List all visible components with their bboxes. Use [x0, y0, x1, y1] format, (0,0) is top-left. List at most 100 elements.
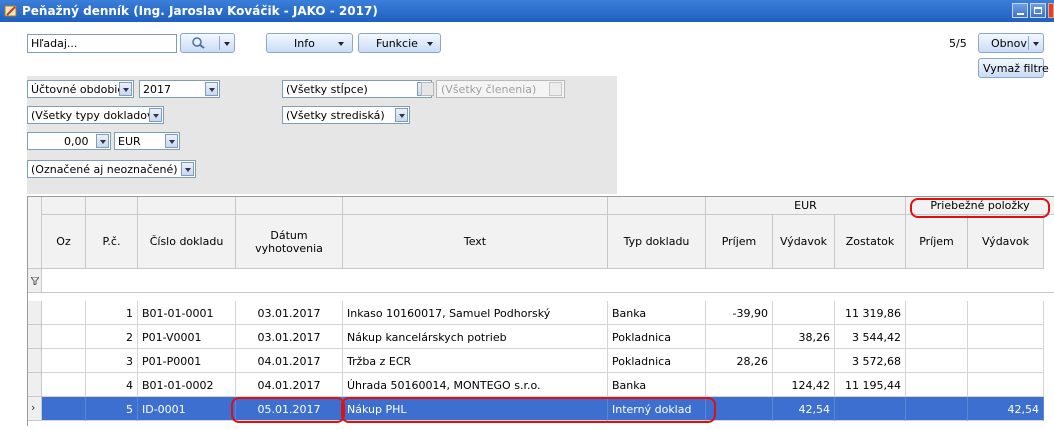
cell-run-expense[interactable] [968, 301, 1044, 325]
cell-doc-no[interactable]: ID-0001 [138, 397, 236, 421]
cell-date[interactable]: 03.01.2017 [236, 301, 343, 325]
cell-run-income[interactable] [906, 373, 968, 397]
cell-doc-no[interactable]: P01-V0001 [138, 325, 236, 349]
cell-text[interactable]: Inkaso 10160017, Samuel Podhorský [343, 301, 608, 325]
col-header-text[interactable]: Text [343, 215, 608, 269]
col-header-run-expense[interactable]: Výdavok [968, 215, 1044, 269]
cell-text[interactable]: Nákup kancelárskych potrieb [343, 325, 608, 349]
refresh-button[interactable]: Obnov [978, 33, 1044, 53]
col-header-run-income[interactable]: Príjem [906, 215, 968, 269]
chevron-down-icon[interactable] [165, 134, 178, 148]
cell-run-income[interactable] [906, 325, 968, 349]
table-row[interactable]: 3 P01-P0001 04.01.2017 Tržba z ECR Pokladnic… [28, 349, 1054, 373]
cell-run-income[interactable] [906, 397, 968, 421]
col-header-oz[interactable]: Oz [42, 215, 86, 269]
cell-run-income[interactable] [906, 349, 968, 373]
row-indicator[interactable] [28, 349, 42, 373]
cell-pc[interactable]: 2 [86, 325, 138, 349]
cell-doc-no[interactable]: B01-01-0001 [138, 301, 236, 325]
cell-text[interactable]: Tržba z ECR [343, 349, 608, 373]
cell-date[interactable]: 04.01.2017 [236, 373, 343, 397]
cell-pc[interactable]: 3 [86, 349, 138, 373]
row-indicator[interactable] [28, 373, 42, 397]
cell-run-expense[interactable]: 42,54 [968, 397, 1044, 421]
columns-select[interactable]: (Všetky stĺpce) [282, 80, 432, 98]
col-header-date[interactable]: Dátum vyhotovenia [236, 215, 343, 269]
chevron-down-icon [338, 42, 344, 46]
cell-balance[interactable]: 3 572,68 [835, 349, 906, 373]
cell-doc-no[interactable]: B01-01-0002 [138, 373, 236, 397]
chevron-down-icon[interactable] [395, 108, 408, 122]
cell-income[interactable] [706, 325, 773, 349]
cell-oz[interactable] [42, 301, 86, 325]
col-header-income[interactable]: Príjem [706, 215, 773, 269]
cell-doc-type[interactable]: Banka [608, 373, 706, 397]
cell-run-expense[interactable] [968, 325, 1044, 349]
cell-oz[interactable] [42, 373, 86, 397]
table-row[interactable]: 1 B01-01-0001 03.01.2017 Inkaso 10160017, S… [28, 301, 1054, 325]
cell-doc-no[interactable]: P01-P0001 [138, 349, 236, 373]
year-select[interactable]: 2017 [139, 80, 220, 98]
chevron-down-icon[interactable] [205, 82, 218, 96]
col-header-doc-no[interactable]: Číslo dokladu [138, 215, 236, 269]
chevron-down-icon [421, 82, 434, 96]
table-row[interactable]: 2 P01-V0001 03.01.2017 Nákup kancelárskych … [28, 325, 1054, 349]
cell-balance[interactable]: 3 544,42 [835, 325, 906, 349]
period-select[interactable]: Účtovné obdobie [27, 80, 134, 98]
cell-income[interactable]: 28,26 [706, 349, 773, 373]
row-indicator[interactable] [28, 325, 42, 349]
cell-run-expense[interactable] [968, 373, 1044, 397]
chevron-down-icon[interactable] [149, 108, 162, 122]
cell-balance[interactable]: 11 319,86 [835, 301, 906, 325]
cell-income[interactable] [706, 373, 773, 397]
col-header-pc[interactable]: P.č. [86, 215, 138, 269]
cell-date[interactable]: 04.01.2017 [236, 349, 343, 373]
cell-pc[interactable]: 4 [86, 373, 138, 397]
info-button[interactable]: Info [266, 33, 353, 53]
maximize-button[interactable] [1030, 3, 1046, 18]
cell-balance[interactable] [835, 397, 906, 421]
doc-types-select[interactable]: (Všetky typy dokladov) [27, 106, 164, 124]
cell-text[interactable]: Úhrada 50160014, MONTEGO s.r.o. [343, 373, 608, 397]
row-indicator[interactable]: › [28, 397, 42, 421]
col-header-doc-type[interactable]: Typ dokladu [608, 215, 706, 269]
cell-income[interactable]: -39,90 [706, 301, 773, 325]
spinner-icon[interactable] [96, 134, 109, 148]
cell-expense[interactable] [773, 349, 835, 373]
cell-pc[interactable]: 1 [86, 301, 138, 325]
marked-select[interactable]: (Označené aj neoznačené) [27, 160, 196, 178]
functions-button[interactable]: Funkcie [358, 33, 441, 53]
cell-doc-type[interactable]: Pokladnica [608, 325, 706, 349]
cell-run-expense[interactable] [968, 349, 1044, 373]
minimize-button[interactable] [1012, 3, 1028, 18]
cell-expense[interactable] [773, 301, 835, 325]
filter-row[interactable] [28, 269, 1054, 293]
cell-date[interactable]: 03.01.2017 [236, 325, 343, 349]
cell-balance[interactable]: 11 195,44 [835, 373, 906, 397]
chevron-down-icon[interactable] [119, 82, 132, 96]
cell-pc[interactable]: 5 [86, 397, 138, 421]
cell-doc-type[interactable]: Pokladnica [608, 349, 706, 373]
search-button[interactable] [180, 33, 235, 53]
row-indicator[interactable] [28, 301, 42, 325]
cell-oz[interactable] [42, 349, 86, 373]
amount-spinner[interactable]: 0,00 [27, 132, 111, 150]
cell-income[interactable] [706, 397, 773, 421]
cell-doc-type[interactable]: Banka [608, 301, 706, 325]
search-input[interactable]: Hľadaj... [27, 34, 177, 53]
col-header-balance[interactable]: Zostatok [835, 215, 906, 269]
table-row[interactable]: 4 B01-01-0002 04.01.2017 Úhrada 50160014, M… [28, 373, 1054, 397]
currency-select[interactable]: EUR [114, 132, 180, 150]
cell-run-income[interactable] [906, 301, 968, 325]
highlight-running-header [910, 198, 1050, 218]
close-button[interactable] [1048, 3, 1054, 18]
cell-oz[interactable] [42, 325, 86, 349]
centers-select[interactable]: (Všetky strediská) [282, 106, 410, 124]
cell-oz[interactable] [42, 397, 86, 421]
chevron-down-icon[interactable] [181, 162, 194, 176]
cell-expense[interactable]: 38,26 [773, 325, 835, 349]
cell-expense[interactable]: 42,54 [773, 397, 835, 421]
col-header-expense[interactable]: Výdavok [773, 215, 835, 269]
clear-filters-button[interactable]: Vymaž filtre [978, 58, 1049, 78]
cell-expense[interactable]: 124,42 [773, 373, 835, 397]
